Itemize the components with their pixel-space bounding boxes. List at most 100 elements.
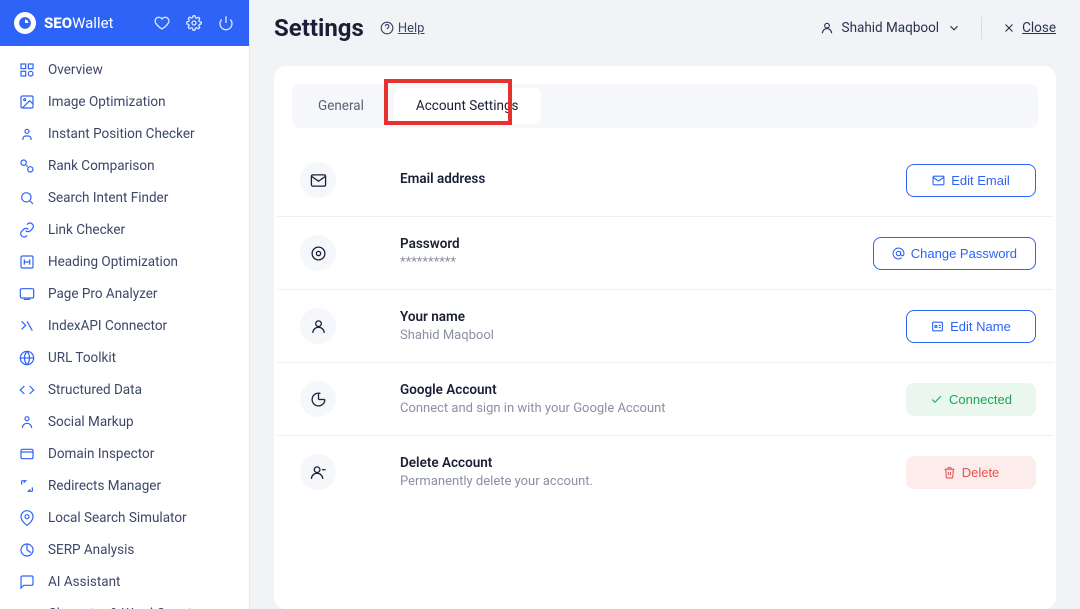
sidebar-item-label: Instant Position Checker bbox=[48, 126, 195, 142]
name-label: Your name bbox=[400, 309, 882, 325]
help-icon bbox=[380, 21, 394, 35]
position-icon bbox=[18, 125, 36, 143]
brand-logo-icon bbox=[14, 12, 36, 34]
sidebar-item-label: Overview bbox=[48, 62, 103, 78]
page-title: Settings bbox=[274, 14, 364, 42]
redirect-icon bbox=[18, 477, 36, 495]
sidebar-item-url-toolkit[interactable]: URL Toolkit bbox=[0, 342, 249, 374]
sidebar-item-char-counter[interactable]: Character & Word Counter bbox=[0, 598, 249, 609]
sidebar-header: SEOWallet bbox=[0, 0, 249, 46]
sidebar-item-label: Structured Data bbox=[48, 382, 142, 398]
analyzer-icon bbox=[18, 285, 36, 303]
sidebar-nav: Overview Image Optimization Instant Posi… bbox=[0, 46, 249, 609]
gear-icon[interactable] bbox=[185, 14, 203, 32]
sidebar-item-image-optimization[interactable]: Image Optimization bbox=[0, 86, 249, 118]
location-icon bbox=[18, 509, 36, 527]
badge-icon bbox=[931, 320, 944, 333]
api-icon bbox=[18, 317, 36, 335]
sidebar-item-search-intent[interactable]: Search Intent Finder bbox=[0, 182, 249, 214]
sidebar-item-serp-analysis[interactable]: SERP Analysis bbox=[0, 534, 249, 566]
sidebar-item-domain-inspector[interactable]: Domain Inspector bbox=[0, 438, 249, 470]
row-delete: Delete Account Permanently delete your a… bbox=[276, 436, 1054, 508]
help-link[interactable]: Help bbox=[380, 21, 425, 36]
person-remove-icon bbox=[300, 454, 336, 490]
sidebar-item-social-markup[interactable]: Social Markup bbox=[0, 406, 249, 438]
delete-label: Delete Account bbox=[400, 455, 882, 471]
sidebar-item-label: Link Checker bbox=[48, 222, 125, 238]
sidebar-item-label: Image Optimization bbox=[48, 94, 166, 110]
change-password-button[interactable]: Change Password bbox=[873, 237, 1036, 270]
sidebar-item-indexapi[interactable]: IndexAPI Connector bbox=[0, 310, 249, 342]
code-icon bbox=[18, 381, 36, 399]
settings-rows: Email address Edit Email Password bbox=[274, 136, 1056, 526]
key-icon bbox=[300, 235, 336, 271]
compare-icon bbox=[18, 157, 36, 175]
at-icon bbox=[892, 247, 905, 260]
google-value: Connect and sign in with your Google Acc… bbox=[400, 401, 882, 416]
mail-icon bbox=[300, 162, 336, 198]
row-email: Email address Edit Email bbox=[276, 144, 1054, 217]
password-label: Password bbox=[400, 236, 849, 252]
chat-icon bbox=[18, 573, 36, 591]
social-icon bbox=[18, 413, 36, 431]
chevron-down-icon bbox=[947, 21, 961, 35]
row-name: Your name Shahid Maqbool Edit Name bbox=[276, 290, 1054, 363]
topbar: Settings Help Shahid Maqbool Close bbox=[274, 14, 1056, 52]
search-icon bbox=[18, 189, 36, 207]
help-label: Help bbox=[398, 21, 425, 36]
trash-icon bbox=[943, 466, 956, 479]
edit-name-button[interactable]: Edit Name bbox=[906, 310, 1036, 343]
sidebar-item-label: Rank Comparison bbox=[48, 158, 155, 174]
sidebar-item-label: IndexAPI Connector bbox=[48, 318, 167, 334]
email-label: Email address bbox=[400, 171, 882, 187]
chart-icon bbox=[18, 541, 36, 559]
sidebar: SEOWallet Overview Image Optimization In… bbox=[0, 0, 250, 609]
sidebar-item-heading-opt[interactable]: Heading Optimization bbox=[0, 246, 249, 278]
edit-email-button[interactable]: Edit Email bbox=[906, 164, 1036, 197]
dashboard-icon bbox=[18, 61, 36, 79]
sidebar-item-redirects[interactable]: Redirects Manager bbox=[0, 470, 249, 502]
google-connected-button[interactable]: Connected bbox=[906, 383, 1036, 416]
user-icon bbox=[820, 21, 834, 35]
sidebar-item-label: Redirects Manager bbox=[48, 478, 161, 494]
tab-account-settings[interactable]: Account Settings bbox=[394, 88, 541, 124]
delete-account-button[interactable]: Delete bbox=[906, 456, 1036, 489]
change-password-label: Change Password bbox=[911, 246, 1017, 261]
user-menu[interactable]: Shahid Maqbool bbox=[820, 20, 962, 36]
power-icon[interactable] bbox=[217, 14, 235, 32]
sidebar-item-overview[interactable]: Overview bbox=[0, 54, 249, 86]
image-icon bbox=[18, 93, 36, 111]
globe-icon bbox=[18, 349, 36, 367]
sidebar-item-label: Social Markup bbox=[48, 414, 134, 430]
sidebar-item-page-pro[interactable]: Page Pro Analyzer bbox=[0, 278, 249, 310]
sidebar-item-link-checker[interactable]: Link Checker bbox=[0, 214, 249, 246]
tabs: General Account Settings bbox=[292, 84, 1038, 128]
close-link[interactable]: Close bbox=[1002, 20, 1056, 36]
user-name: Shahid Maqbool bbox=[842, 20, 940, 36]
close-icon bbox=[1002, 21, 1016, 35]
delete-value: Permanently delete your account. bbox=[400, 474, 882, 489]
sidebar-item-structured-data[interactable]: Structured Data bbox=[0, 374, 249, 406]
text-icon bbox=[18, 605, 36, 609]
sidebar-item-ai-assistant[interactable]: AI Assistant bbox=[0, 566, 249, 598]
brand[interactable]: SEOWallet bbox=[14, 12, 113, 34]
link-icon bbox=[18, 221, 36, 239]
sidebar-item-rank-comparison[interactable]: Rank Comparison bbox=[0, 150, 249, 182]
mail-small-icon bbox=[932, 174, 945, 187]
sidebar-item-position-checker[interactable]: Instant Position Checker bbox=[0, 118, 249, 150]
check-icon bbox=[930, 393, 943, 406]
google-icon bbox=[300, 381, 336, 417]
brand-thin: Wallet bbox=[72, 14, 113, 32]
person-icon bbox=[300, 308, 336, 344]
edit-email-label: Edit Email bbox=[951, 173, 1010, 188]
brand-bold: SEO bbox=[44, 14, 72, 32]
sidebar-item-label: URL Toolkit bbox=[48, 350, 116, 366]
settings-card: General Account Settings Email address E… bbox=[274, 66, 1056, 609]
heading-icon bbox=[18, 253, 36, 271]
edit-name-label: Edit Name bbox=[950, 319, 1011, 334]
sidebar-item-local-search[interactable]: Local Search Simulator bbox=[0, 502, 249, 534]
heart-icon[interactable] bbox=[153, 14, 171, 32]
sidebar-item-label: Page Pro Analyzer bbox=[48, 286, 157, 302]
sidebar-item-label: Search Intent Finder bbox=[48, 190, 168, 206]
tab-general[interactable]: General bbox=[296, 88, 386, 124]
